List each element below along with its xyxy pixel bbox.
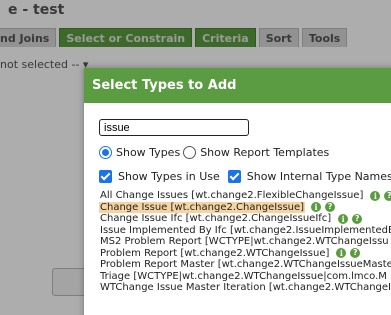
info-icon[interactable]: i (338, 213, 349, 224)
show-types-label: Show Types (116, 146, 181, 159)
type-list-item[interactable]: Problem Report [wt.change2.WTChangeIssue… (99, 248, 391, 260)
type-label: Triage [WCTYPE|wt.change2.WTChangeIssue|… (100, 270, 387, 282)
type-label: Change Issue [wt.change2.ChangeIssue] (99, 201, 306, 213)
type-list-item[interactable]: MS2 Problem Report [WCTYPE|wt.change2.WT… (99, 236, 391, 248)
type-list-item[interactable]: Change Issue Ifc [wt.change2.ChangeIssue… (99, 213, 391, 225)
select-types-dialog: Select Types to Add Show Types Show Repo… (84, 68, 391, 315)
type-label: MS2 Problem Report [WCTYPE|wt.change2.WT… (100, 236, 389, 247)
type-list-item[interactable]: All Change Issues [wt.change2.FlexibleCh… (99, 190, 391, 202)
type-list-item[interactable]: Issue Implemented By Ifc [wt.change2.Iss… (99, 225, 391, 237)
show-internal-type-names-label: Show Internal Type Names (246, 170, 391, 183)
show-report-templates-label: Show Report Templates (200, 146, 330, 159)
help-icon[interactable]: ? (325, 202, 336, 213)
type-label: WTChange Issue Master Iteration [wt.chan… (100, 282, 391, 293)
type-label: Problem Report [wt.change2.WTChangeIssue… (100, 247, 330, 259)
show-types-in-use-checkbox[interactable] (99, 170, 112, 183)
show-types-in-use-label: Show Types in Use (118, 170, 220, 183)
info-icon[interactable]: i (336, 248, 347, 259)
dialog-title: Select Types to Add (84, 68, 391, 103)
help-icon[interactable]: ? (384, 190, 391, 201)
type-label: Problem Report Master [wt.change2.WTChan… (100, 259, 391, 270)
view-mode-radio-group: Show Types Show Report Templates (99, 146, 332, 159)
show-internal-type-names-checkbox[interactable] (227, 170, 241, 183)
show-types-radio[interactable] (99, 146, 112, 159)
help-icon[interactable]: ? (352, 213, 363, 224)
type-list-item[interactable]: Problem Report Master [wt.change2.WTChan… (99, 259, 391, 271)
type-label: Issue Implemented By Ifc [wt.change2.Iss… (100, 224, 391, 236)
help-icon[interactable]: ? (350, 248, 361, 259)
info-icon[interactable]: i (370, 190, 381, 201)
type-label: Change Issue Ifc [wt.change2.ChangeIssue… (100, 213, 332, 224)
type-label: All Change Issues [wt.change2.FlexibleCh… (100, 190, 364, 201)
show-report-templates-radio[interactable] (183, 146, 197, 159)
search-input[interactable] (99, 119, 249, 136)
options-checkbox-group: Show Types in Use Show Internal Type Nam… (99, 170, 391, 183)
type-list: All Change Issues [wt.change2.FlexibleCh… (99, 190, 391, 294)
type-list-item[interactable]: WTChange Issue Master Iteration [wt.chan… (99, 282, 391, 294)
type-list-item[interactable]: Change Issue [wt.change2.ChangeIssue] i? (99, 201, 391, 213)
info-icon[interactable]: i (311, 202, 322, 213)
type-list-item[interactable]: Triage [WCTYPE|wt.change2.WTChangeIssue|… (99, 271, 391, 283)
